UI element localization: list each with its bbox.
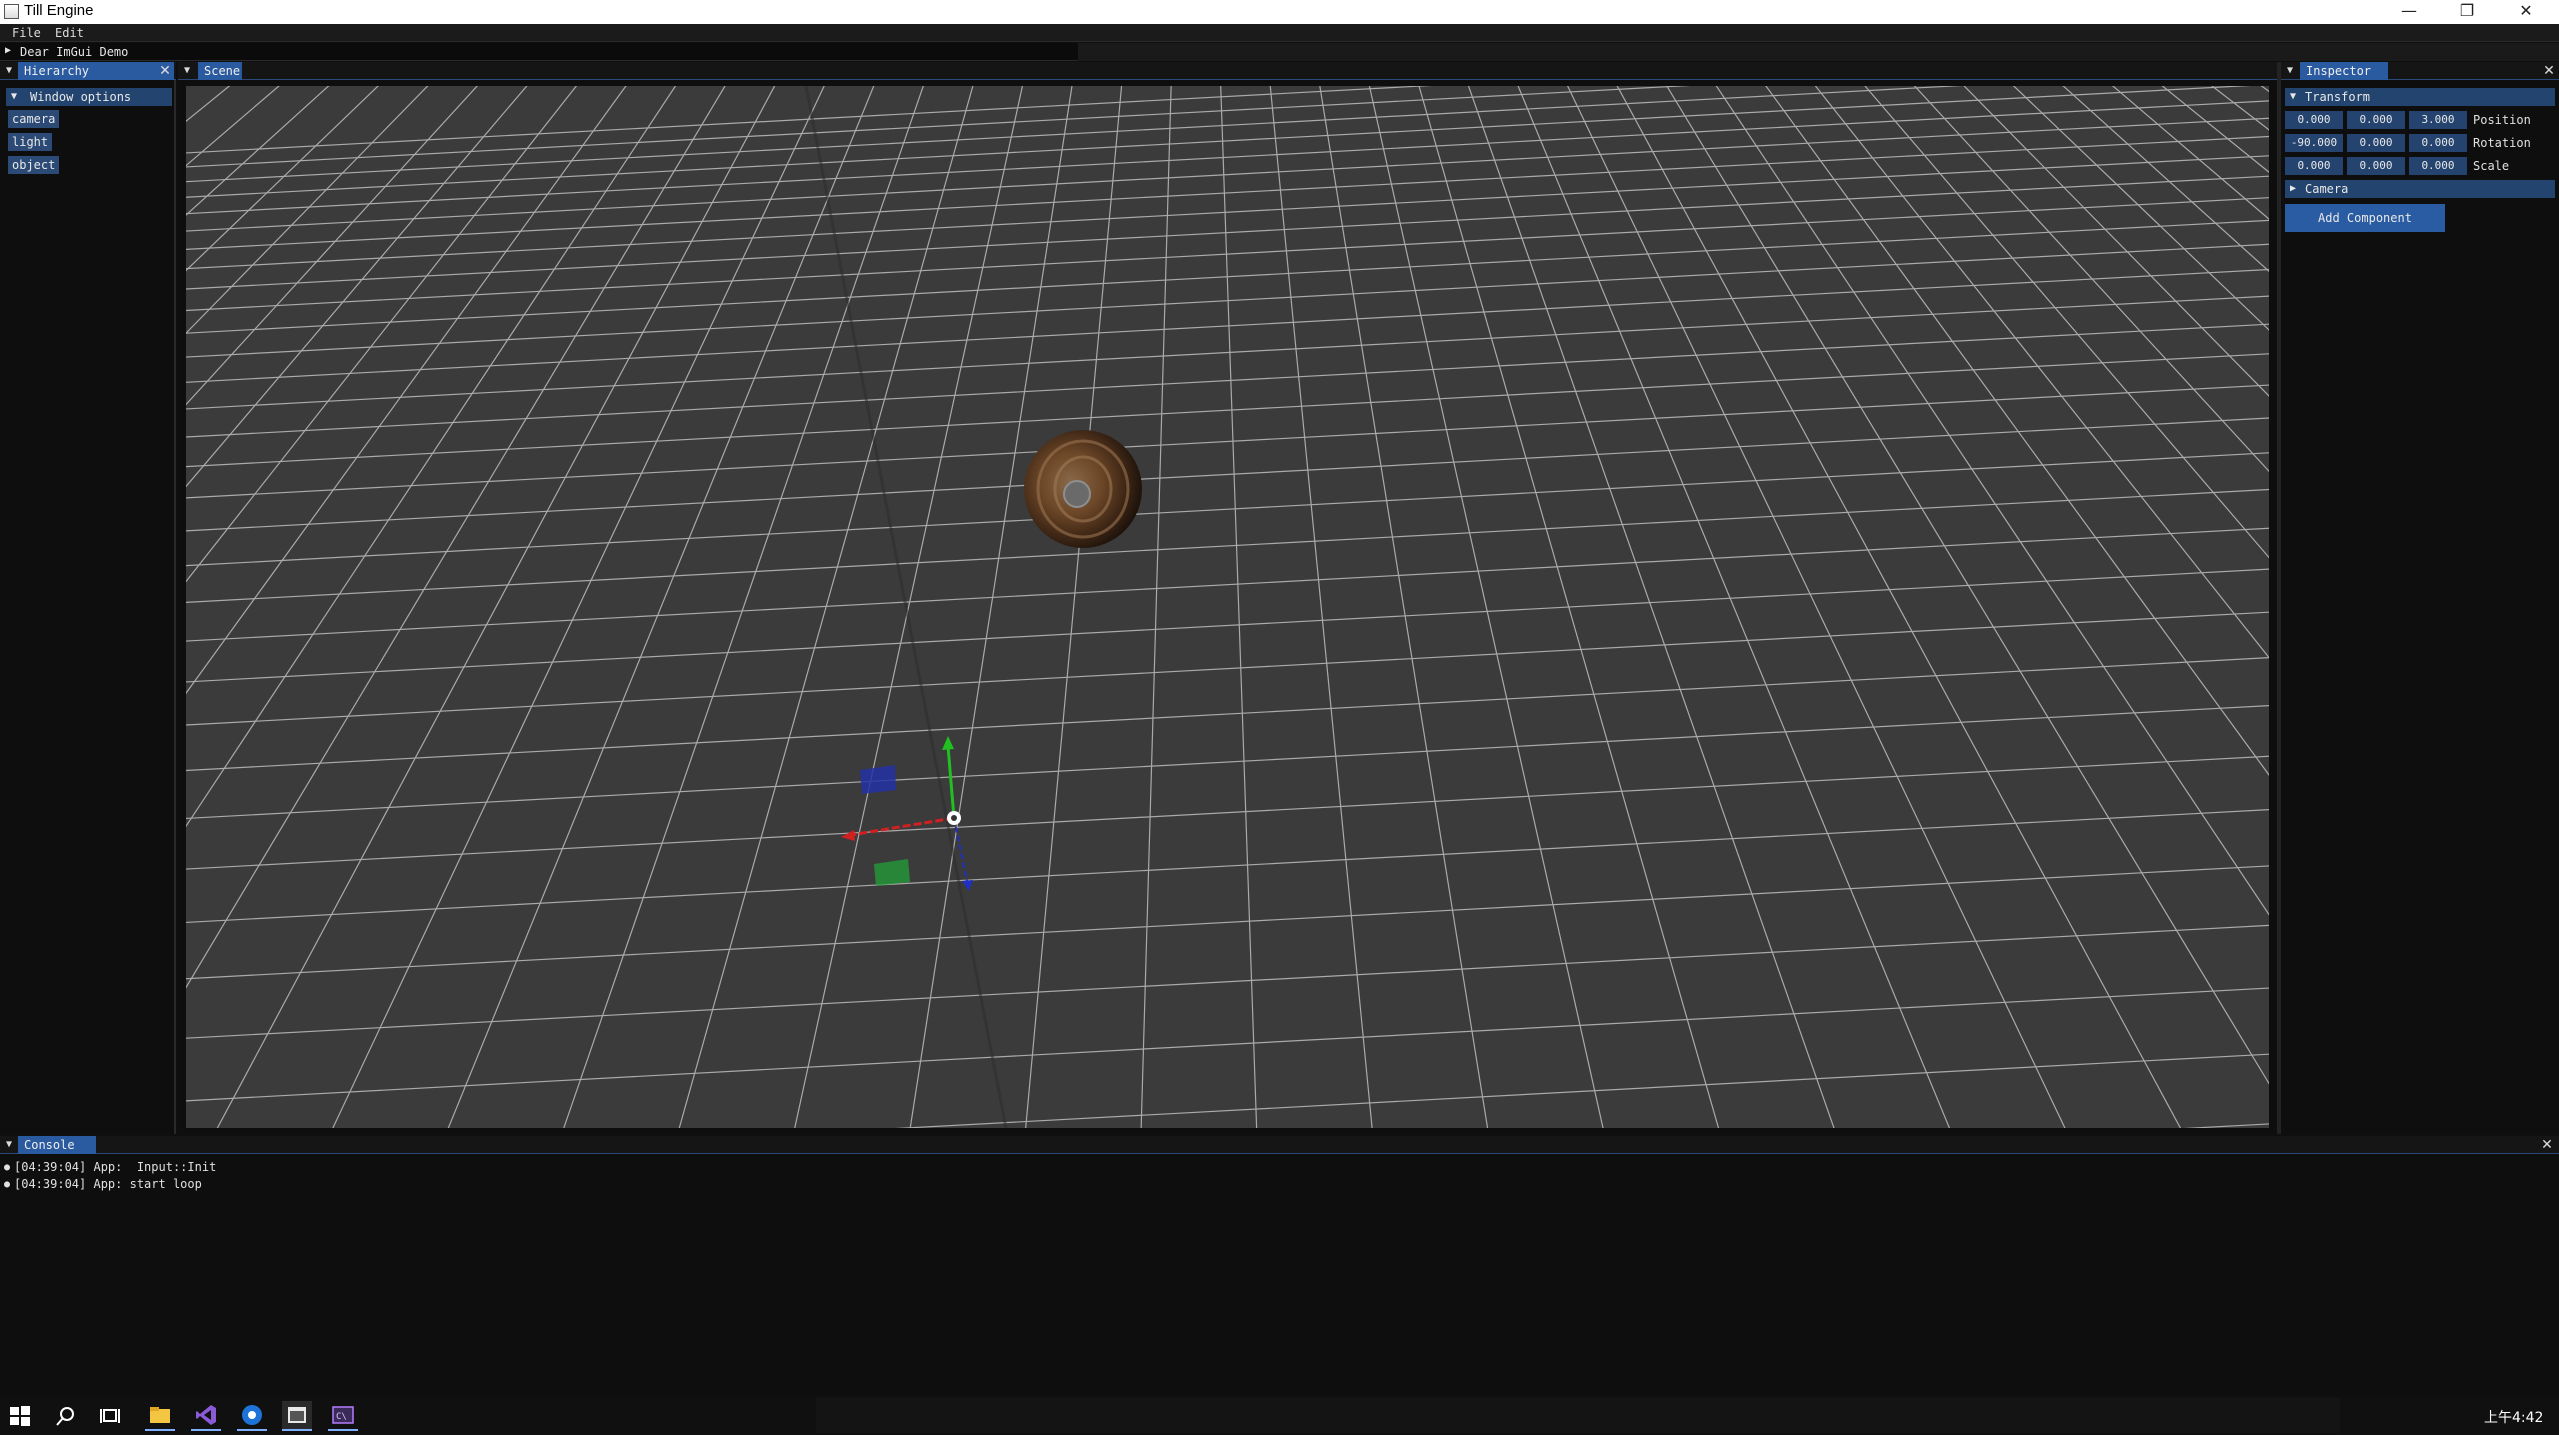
scale-y-field[interactable]: 0.000 [2347, 157, 2405, 175]
collapse-icon[interactable]: ▼ [2, 1136, 16, 1154]
close-icon[interactable]: ✕ [157, 62, 173, 80]
tab-console-label: Console [24, 1138, 75, 1152]
hierarchy-panel: ▼ Hierarchy ✕ ▼ Window options camera li… [0, 62, 176, 1134]
terminal-icon[interactable]: C\ [328, 1401, 358, 1431]
rotation-y-field[interactable]: 0.000 [2347, 134, 2405, 152]
menu-bar: File Edit [0, 24, 2559, 42]
browser-icon[interactable] [237, 1401, 267, 1431]
rotation-x-field[interactable]: -90.000 [2285, 134, 2343, 152]
collapse-icon[interactable]: ▼ [2, 62, 16, 80]
scale-z-field[interactable]: 0.000 [2409, 157, 2467, 175]
app-icon [4, 4, 19, 19]
scene-viewport[interactable] [186, 86, 2269, 1128]
position-y-field[interactable]: 0.000 [2347, 111, 2405, 129]
scale-label: Scale [2473, 159, 2510, 173]
window-options-label: Window options [30, 90, 132, 104]
tab-console[interactable]: Console [18, 1136, 96, 1154]
tab-scene-label: Scene [204, 64, 241, 78]
window-title: Till Engine [24, 2, 94, 19]
scale-x-field[interactable]: 0.000 [2285, 157, 2343, 175]
console-tab-bar: ▼ Console ✕ [0, 1136, 2559, 1154]
triangle-down-icon: ▼ [11, 91, 18, 102]
scene-tab-bar: ▼ Scene [178, 62, 2277, 80]
expand-arrow-icon[interactable]: ▶ [5, 45, 11, 56]
minimize-button[interactable]: — [2380, 0, 2438, 24]
transform-header[interactable]: ▼ Transform [2285, 88, 2555, 106]
hierarchy-item-camera[interactable]: camera [8, 110, 60, 128]
inspector-panel: ▼ Inspector ✕ ▼ Transform 0.000 0.000 3.… [2281, 62, 2559, 1134]
object-sphere[interactable] [1024, 430, 1142, 548]
menu-file[interactable]: File [12, 26, 41, 40]
position-z-field[interactable]: 3.000 [2409, 111, 2467, 129]
windows-taskbar: C\ 上午4:42 [0, 1396, 2559, 1435]
hierarchy-tab-bar: ▼ Hierarchy ✕ [0, 62, 176, 80]
windows-start-icon[interactable] [5, 1401, 35, 1431]
task-view-icon[interactable] [95, 1401, 125, 1431]
svg-text:C\: C\ [336, 1412, 347, 1422]
window-options-header[interactable]: ▼ Window options [6, 88, 172, 106]
demo-window-header[interactable]: ▶ Dear ImGui Demo [0, 43, 1078, 61]
hierarchy-item-light[interactable]: light [8, 133, 53, 151]
close-window-button[interactable]: ✕ [2497, 0, 2555, 24]
till-engine-taskbar-icon[interactable] [282, 1401, 312, 1431]
visual-studio-icon[interactable] [191, 1401, 221, 1431]
search-icon[interactable] [51, 1401, 81, 1431]
menu-edit[interactable]: Edit [55, 26, 84, 40]
scene-grid [186, 86, 2269, 1128]
close-icon[interactable]: ✕ [2541, 62, 2557, 80]
transform-label: Transform [2305, 90, 2371, 104]
file-explorer-icon[interactable] [145, 1401, 175, 1431]
demo-window-title: Dear ImGui Demo [20, 45, 129, 59]
tab-hierarchy[interactable]: Hierarchy [18, 62, 174, 80]
taskbar-clock[interactable]: 上午4:42 [2484, 1407, 2543, 1427]
collapse-icon[interactable]: ▼ [180, 62, 194, 80]
inspector-tab-bar: ▼ Inspector ✕ [2281, 62, 2559, 80]
console-line: [04:39:04] App: Input::Init [14, 1160, 217, 1174]
log-bullet-icon: ● [4, 1162, 11, 1173]
hierarchy-item-object[interactable]: object [8, 156, 60, 174]
rotation-label: Rotation [2473, 136, 2531, 150]
console-line: [04:39:04] App: start loop [14, 1177, 202, 1191]
tab-scene[interactable]: Scene [198, 62, 242, 80]
triangle-right-icon: ▶ [2290, 183, 2297, 194]
log-bullet-icon: ● [4, 1179, 11, 1190]
close-icon[interactable]: ✕ [2539, 1136, 2555, 1154]
tab-hierarchy-label: Hierarchy [24, 64, 90, 78]
collapse-icon[interactable]: ▼ [2283, 62, 2297, 80]
taskbar-empty-area [816, 1398, 2340, 1433]
rotation-z-field[interactable]: 0.000 [2409, 134, 2467, 152]
restore-button[interactable]: ❐ [2438, 0, 2496, 24]
position-x-field[interactable]: 0.000 [2285, 111, 2343, 129]
position-label: Position [2473, 113, 2531, 127]
camera-component-header[interactable]: ▶ Camera [2285, 180, 2555, 198]
tab-inspector-label: Inspector [2306, 64, 2372, 78]
add-component-button[interactable]: Add Component [2285, 204, 2445, 232]
demo-window-strip [1078, 43, 2559, 61]
tab-inspector[interactable]: Inspector [2300, 62, 2388, 80]
triangle-down-icon: ▼ [2290, 91, 2297, 102]
console-panel: ▼ Console ✕ ● [04:39:04] App: Input::Ini… [0, 1136, 2559, 1396]
camera-component-label: Camera [2305, 182, 2349, 196]
window-title-bar: Till Engine — ❐ ✕ [0, 0, 2559, 24]
